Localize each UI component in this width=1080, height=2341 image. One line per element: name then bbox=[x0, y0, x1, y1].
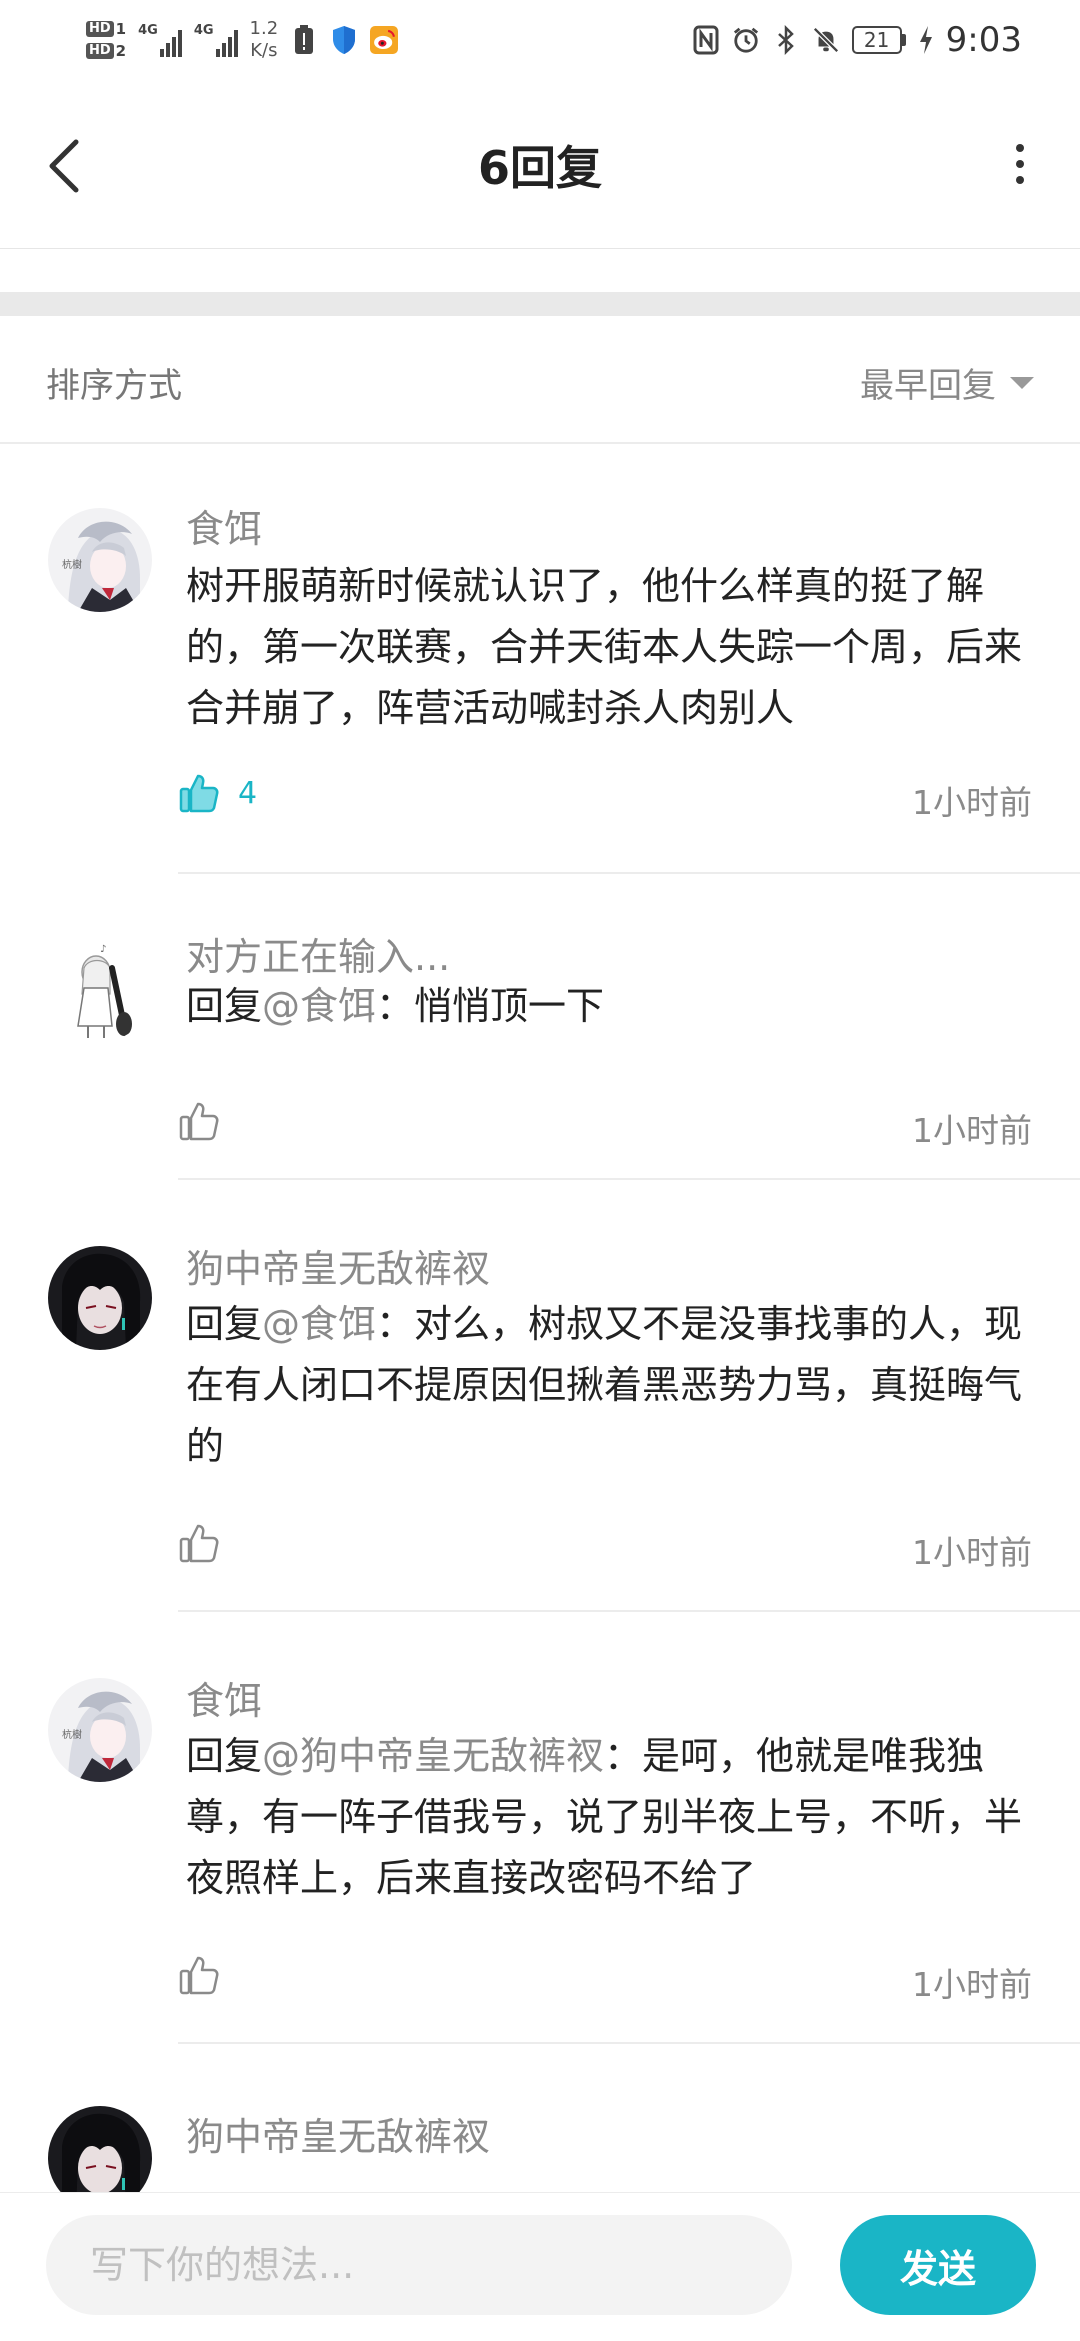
svg-text:杭樹: 杭樹 bbox=[62, 558, 82, 571]
section-separator bbox=[0, 292, 1080, 316]
hd-indicators: HD 1 HD 2 bbox=[86, 20, 126, 60]
comment-item: 狗中帝皇无敌裤衩 bbox=[0, 2044, 1080, 2192]
hd-sim1: HD 1 bbox=[86, 20, 126, 38]
reply-mention[interactable]: @狗中帝皇无敌裤衩 bbox=[262, 1734, 604, 1778]
like-count: 4 bbox=[238, 775, 258, 811]
sort-dropdown[interactable]: 最早回复 bbox=[860, 358, 1034, 407]
hd-sim2: HD 2 bbox=[86, 42, 126, 60]
thumbs-up-icon bbox=[179, 1956, 219, 1995]
avatar[interactable]: 杭樹 bbox=[48, 508, 152, 612]
status-left: HD 1 HD 2 4G 4G 1.2 K/s bbox=[86, 10, 399, 70]
comment-text: 树开服萌新时候就认识了，他什么样真的挺了解的，第一次联赛，合并天街本人失踪一个周… bbox=[186, 564, 1023, 730]
svg-text:杭樹: 杭樹 bbox=[62, 1728, 82, 1741]
mute-bell-icon bbox=[812, 23, 840, 57]
sort-selected-value: 最早回复 bbox=[860, 366, 996, 406]
comment-author[interactable]: 食饵 bbox=[186, 1670, 262, 1725]
header: 6回复 bbox=[0, 80, 1080, 249]
speed-unit: K/s bbox=[250, 40, 278, 61]
reply-bar: 发送 bbox=[0, 2192, 1080, 2341]
sort-bar: 排序方式 最早回复 bbox=[0, 316, 1080, 444]
comment-item: ♪ 对方正在输入... 回复@食饵：悄悄顶一下 1小时前 bbox=[0, 874, 1080, 1180]
signal-icon-sim2: 4G bbox=[194, 23, 238, 57]
like-button[interactable]: 4 bbox=[178, 772, 257, 814]
avatar[interactable]: 杭樹 bbox=[48, 1678, 152, 1782]
comment-item: 杭樹 食饵 回复@狗中帝皇无敌裤衩：是呵，他就是唯我独尊，有一阵子借我号，说了别… bbox=[0, 1612, 1080, 2044]
caret-down-icon bbox=[1010, 376, 1034, 389]
sim-number: 2 bbox=[115, 42, 127, 60]
thumbs-up-icon bbox=[179, 1102, 219, 1141]
bluetooth-icon bbox=[772, 23, 800, 57]
alert-icon bbox=[290, 23, 318, 57]
nfc-icon bbox=[692, 23, 720, 57]
sim-number: 1 bbox=[115, 20, 127, 38]
weibo-icon bbox=[370, 23, 399, 57]
clock: 9:03 bbox=[945, 20, 1022, 60]
network-type: 4G bbox=[193, 23, 214, 38]
speed-value: 1.2 bbox=[249, 18, 279, 39]
reply-input[interactable] bbox=[46, 2215, 792, 2315]
comment-author[interactable]: 对方正在输入... bbox=[186, 926, 450, 981]
like-button[interactable] bbox=[178, 1954, 220, 1996]
reply-mention[interactable]: @食饵 bbox=[262, 984, 376, 1028]
alarm-icon bbox=[732, 23, 760, 57]
network-speed: 1.2 K/s bbox=[250, 18, 279, 62]
send-button[interactable]: 发送 bbox=[840, 2215, 1036, 2315]
battery-level: 21 bbox=[851, 26, 902, 54]
network-type: 4G bbox=[138, 23, 158, 38]
like-button[interactable] bbox=[178, 1100, 220, 1142]
reply-mention[interactable]: @食饵 bbox=[262, 1302, 376, 1346]
thumbs-up-icon bbox=[179, 774, 219, 813]
comment-text: 回复@食饵：对么，树叔又不是没事找事的人，现在有人闭口不提原因但揪着黑恶势力骂，… bbox=[186, 1294, 1036, 1477]
svg-text:♪: ♪ bbox=[100, 944, 106, 955]
avatar[interactable]: ♪ bbox=[48, 938, 152, 1042]
thumbs-up-icon bbox=[179, 1524, 219, 1563]
like-button[interactable] bbox=[178, 1522, 220, 1564]
signal-icon-sim1: 4G bbox=[138, 23, 182, 57]
comment-time: 1小时前 bbox=[912, 1965, 1032, 2004]
comment-text: 回复@食饵：悄悄顶一下 bbox=[186, 976, 1036, 1037]
reply-prefix: 回复 bbox=[186, 1302, 263, 1346]
comment-author[interactable]: 食饵 bbox=[186, 498, 262, 553]
reply-body: ：悄悄顶一下 bbox=[376, 984, 605, 1028]
reply-prefix: 回复 bbox=[186, 1734, 263, 1778]
hd-label: HD bbox=[86, 21, 114, 37]
comment-time: 1小时前 bbox=[912, 1111, 1032, 1150]
comment-item: 杭樹 食饵 树开服萌新时候就认识了，他什么样真的挺了解的，第一次联赛，合并天街本… bbox=[0, 442, 1080, 874]
comment-time: 1小时前 bbox=[912, 783, 1032, 822]
comment-author[interactable]: 狗中帝皇无敌裤衩 bbox=[186, 1238, 490, 1293]
comment-time: 1小时前 bbox=[912, 1533, 1032, 1572]
hd-label: HD bbox=[86, 43, 114, 59]
shield-icon bbox=[330, 23, 358, 57]
reply-prefix: 回复 bbox=[186, 984, 263, 1028]
page-title: 6回复 bbox=[477, 141, 602, 195]
comment-author[interactable]: 狗中帝皇无敌裤衩 bbox=[186, 2106, 490, 2161]
status-bar: HD 1 HD 2 4G 4G 1.2 K/s 21 9:03 bbox=[0, 0, 1080, 80]
avatar[interactable] bbox=[48, 2106, 152, 2192]
more-vertical-icon bbox=[1016, 144, 1024, 152]
comment-item: 狗中帝皇无敌裤衩 回复@食饵：对么，树叔又不是没事找事的人，现在有人闭口不提原因… bbox=[0, 1180, 1080, 1612]
charging-icon bbox=[918, 23, 934, 57]
status-right: 21 9:03 bbox=[692, 10, 1022, 70]
comment-text: 回复@狗中帝皇无敌裤衩：是呵，他就是唯我独尊，有一阵子借我号，说了别半夜上号，不… bbox=[186, 1726, 1036, 1909]
sort-label: 排序方式 bbox=[46, 366, 182, 406]
avatar[interactable] bbox=[48, 1246, 152, 1350]
more-button[interactable] bbox=[990, 132, 1050, 196]
battery-icon: 21 bbox=[851, 26, 906, 54]
